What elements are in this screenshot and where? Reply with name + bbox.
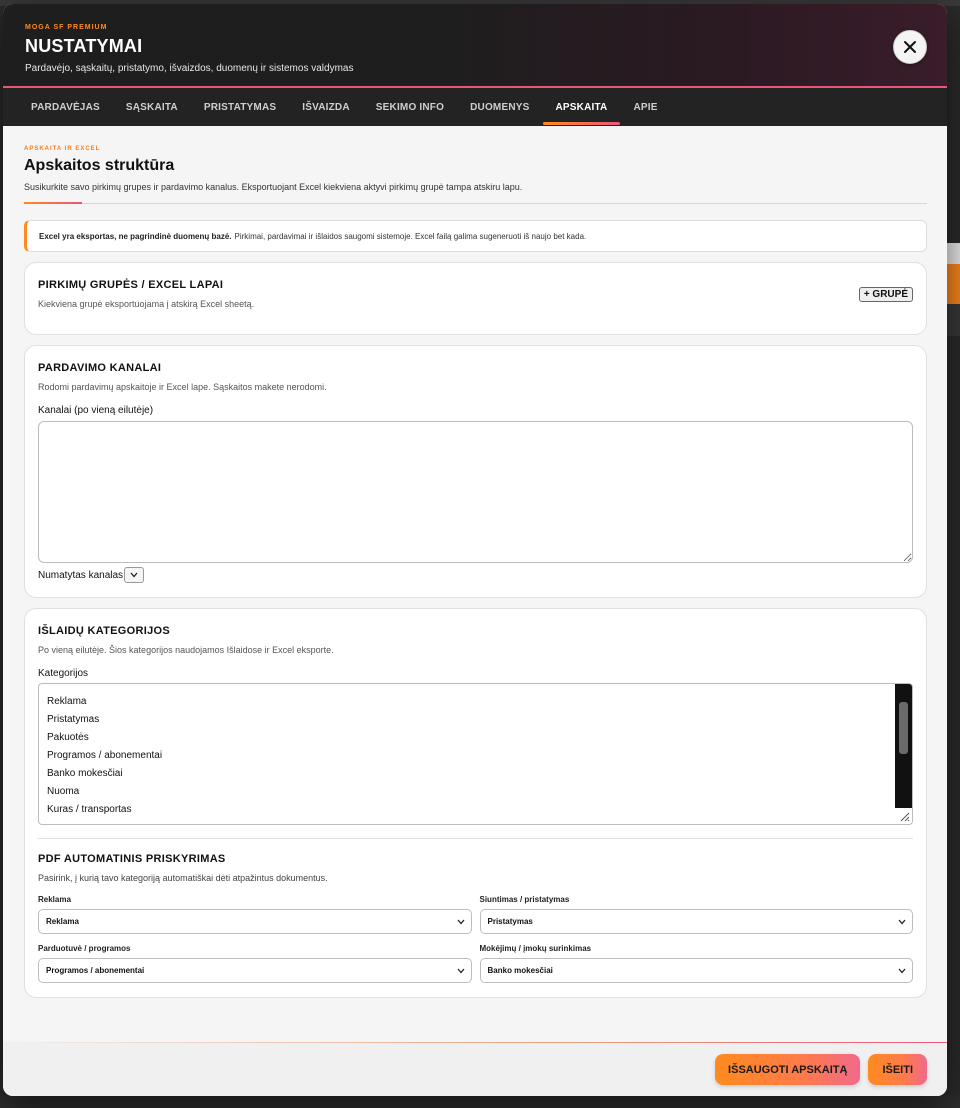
expense-categories-title: IŠLAIDŲ KATEGORIJOS	[38, 625, 171, 637]
pdf-row-parduotuve: Parduotuvė / programos Programos / abone…	[38, 944, 472, 983]
pdf-category-select[interactable]: Programos / abonementai	[38, 958, 472, 983]
category-item: Pakuotės	[47, 732, 89, 743]
chevron-down-icon	[130, 572, 138, 578]
tab-bar: PARDAVĖJAS SĄSKAITA PRISTATYMAS IŠVAIZDA…	[3, 88, 947, 126]
sales-channels-card: PARDAVIMO KANALAI Rodomi pardavimų apska…	[24, 345, 927, 598]
tab-isvaizda[interactable]: IŠVAIZDA	[289, 88, 363, 126]
background-side-element	[946, 243, 960, 265]
section-divider	[24, 202, 927, 204]
modal-footer: IŠSAUGOTI APSKAITĄ IŠEITI	[3, 1042, 947, 1096]
pdf-row-reklama: Reklama Reklama	[38, 895, 472, 934]
pdf-category-select[interactable]: Reklama	[38, 909, 472, 934]
tab-apskaita[interactable]: APSKAITA	[542, 88, 621, 126]
categories-field-label: Kategorijos	[38, 668, 89, 679]
tab-sekimo-info[interactable]: SEKIMO INFO	[363, 88, 457, 126]
purchase-groups-subtitle: Kiekviena grupė eksportuojama į atskirą …	[38, 299, 255, 309]
expense-categories-card: IŠLAIDŲ KATEGORIJOS Po vieną eilutėje. Š…	[24, 608, 927, 998]
category-item: Nuoma	[47, 786, 80, 797]
pdf-select-value: Pristatymas	[487, 917, 533, 926]
pdf-row-label: Parduotuvė / programos	[38, 944, 131, 953]
category-item: Pristatymas	[47, 714, 100, 725]
category-item: Banko mokesčiai	[47, 768, 123, 779]
card-divider	[38, 838, 913, 839]
category-item: Programos / abonementai	[47, 750, 163, 761]
pdf-row-mokejimai: Mokėjimų / įmokų surinkimas Banko mokesč…	[479, 944, 913, 983]
pdf-category-select[interactable]: Pristatymas	[479, 909, 913, 934]
category-item: Kuras / transportas	[47, 804, 132, 815]
tab-saskaita[interactable]: SĄSKAITA	[113, 88, 191, 126]
pdf-select-value: Programos / abonementai	[46, 966, 145, 975]
scrollbar-thumb[interactable]	[899, 702, 908, 754]
tab-apie[interactable]: APIE	[620, 88, 670, 126]
modal-content: APSKAITA IR EXCEL Apskaitos struktūra Su…	[3, 126, 947, 1038]
default-channel-label: Numatytas kanalas	[38, 569, 124, 581]
pdf-assignment-grid: Reklama Reklama Siuntimas / pristatymas …	[38, 895, 913, 983]
tab-pristatymas[interactable]: PRISTATYMAS	[191, 88, 289, 126]
chevron-down-icon	[898, 919, 906, 924]
resize-grip-icon[interactable]	[898, 810, 910, 822]
save-accounting-button[interactable]: IŠSAUGOTI APSKAITĄ	[715, 1054, 861, 1085]
notice-bold-text: Excel yra eksportas, ne pagrindinė duome…	[39, 231, 232, 241]
background-side-element	[946, 304, 960, 336]
section-eyebrow: APSKAITA IR EXCEL	[24, 146, 101, 152]
channels-field-label: Kanalai (po vieną eilutėje)	[38, 405, 154, 416]
tab-duomenys[interactable]: DUOMENYS	[457, 88, 542, 126]
purchase-groups-card: PIRKIMŲ GRUPĖS / EXCEL LAPAI Kiekviena g…	[24, 262, 927, 335]
channels-textarea[interactable]	[38, 421, 913, 563]
categories-textarea[interactable]: Reklama Pristatymas Pakuotės Programos /…	[38, 683, 913, 825]
chevron-down-icon	[457, 968, 464, 973]
add-group-button[interactable]: + GRUPĖ	[858, 287, 913, 302]
excel-notice: Excel yra eksportas, ne pagrindinė duome…	[24, 220, 927, 252]
section-title: Apskaitos struktūra	[24, 157, 175, 174]
default-channel-select[interactable]	[124, 567, 145, 583]
pdf-select-value: Reklama	[46, 917, 79, 926]
pdf-assignment-title: PDF AUTOMATINIS PRISKYRIMAS	[38, 853, 226, 865]
pdf-row-siuntimas: Siuntimas / pristatymas Pristatymas	[479, 895, 913, 934]
pdf-row-label: Siuntimas / pristatymas	[479, 895, 570, 904]
tab-pardavejas[interactable]: PARDAVĖJAS	[18, 88, 113, 126]
categories-list: Reklama Pristatymas Pakuotės Programos /…	[39, 684, 912, 819]
settings-modal: MOGA SF PREMIUM NUSTATYMAI Pardavėjo, są…	[3, 4, 947, 1096]
exit-button[interactable]: IŠEITI	[868, 1054, 927, 1085]
modal-title: NUSTATYMAI	[25, 36, 143, 56]
modal-header: MOGA SF PREMIUM NUSTATYMAI Pardavėjo, są…	[3, 4, 947, 88]
pdf-row-label: Reklama	[38, 895, 71, 904]
purchase-groups-title: PIRKIMŲ GRUPĖS / EXCEL LAPAI	[38, 279, 224, 291]
expense-categories-subtitle: Po vieną eilutėje. Šios kategorijos naud…	[38, 645, 334, 655]
close-button[interactable]	[893, 30, 927, 64]
default-channel-row: Numatytas kanalas	[38, 567, 913, 583]
section-subtitle: Susikurkite savo pirkimų grupes ir parda…	[24, 182, 523, 192]
pdf-category-select[interactable]: Banko mokesčiai	[479, 958, 913, 983]
chevron-down-icon	[457, 919, 464, 924]
background-bottom-strip	[0, 1096, 960, 1108]
notice-text: Pirkimai, pardavimai ir išlaidos saugomi…	[234, 231, 587, 241]
chevron-down-icon	[898, 968, 906, 973]
pdf-assignment-subtitle: Pasirink, į kurią tavo kategoriją automa…	[38, 873, 328, 883]
sales-channels-title: PARDAVIMO KANALAI	[38, 362, 162, 374]
sales-channels-subtitle: Rodomi pardavimų apskaitoje ir Excel lap…	[38, 382, 327, 392]
categories-scrollbar[interactable]	[895, 684, 912, 808]
category-item: Reklama	[47, 696, 87, 707]
pdf-row-label: Mokėjimų / įmokų surinkimas	[479, 944, 592, 953]
modal-subtitle: Pardavėjo, sąskaitų, pristatymo, išvaizd…	[25, 63, 354, 74]
header-eyebrow: MOGA SF PREMIUM	[25, 24, 108, 31]
pdf-select-value: Banko mokesčiai	[487, 966, 553, 975]
close-icon	[904, 41, 916, 53]
